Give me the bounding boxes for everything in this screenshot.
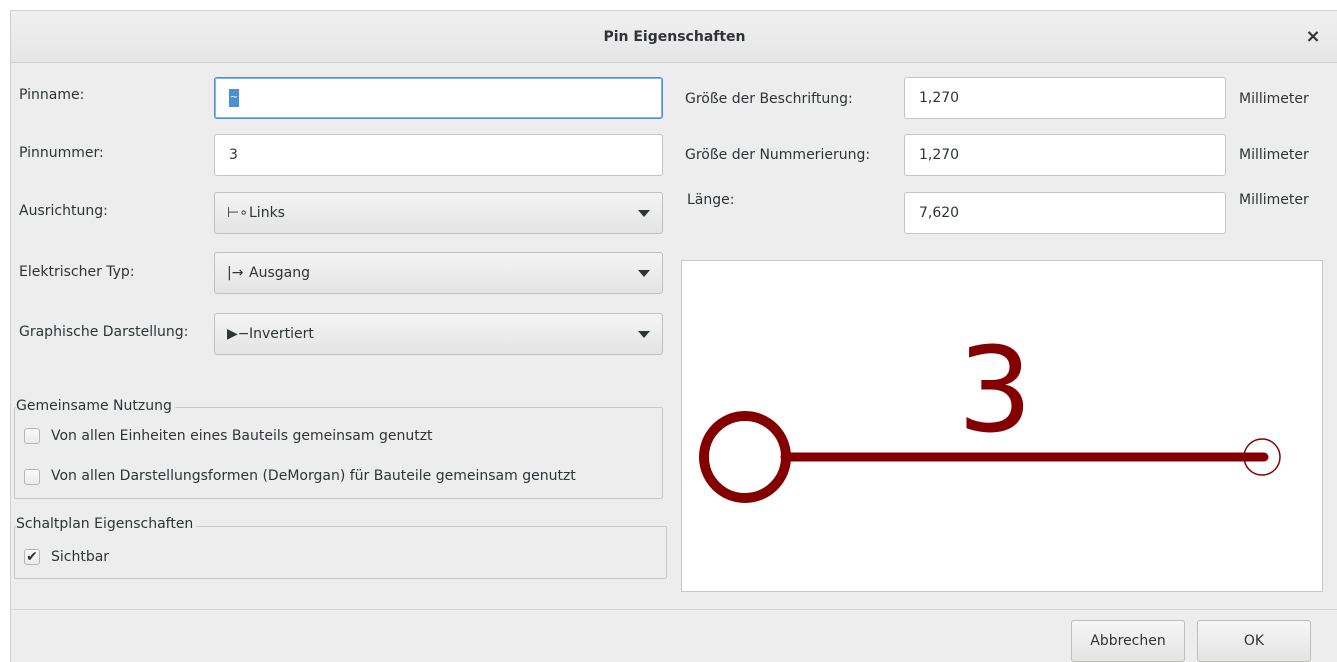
shared-demorgan-label[interactable]: Von allen Darstellungsformen (DeMorgan) … (51, 468, 576, 484)
electrical-type-label: Elektrischer Typ: (19, 264, 135, 280)
name-size-input[interactable]: 1,270 (904, 77, 1226, 119)
length-unit: Millimeter (1239, 192, 1309, 208)
pin-number-input[interactable]: 3 (214, 134, 663, 176)
inverted-style-icon: ▶− (227, 326, 250, 342)
shared-units-checkbox[interactable] (24, 428, 40, 444)
graphic-style-label: Graphische Darstellung: (19, 324, 189, 340)
shared-demorgan-checkbox[interactable] (24, 469, 40, 485)
title-bar: Pin Eigenschaften × (11, 11, 1337, 63)
cancel-button[interactable]: Abbrechen (1071, 620, 1185, 662)
close-icon[interactable]: × (1300, 24, 1326, 50)
electrical-type-value: Ausgang (249, 265, 310, 281)
number-size-unit: Millimeter (1239, 147, 1309, 163)
shared-group-legend: Gemeinsame Nutzung (16, 398, 175, 414)
number-size-input[interactable]: 1,270 (904, 134, 1226, 176)
pin-preview-drawing: 3 (699, 321, 1281, 503)
graphic-style-value: Invertiert (249, 326, 314, 342)
orientation-label: Ausrichtung: (19, 203, 108, 219)
pin-properties-dialog: Pin Eigenschaften × Pinname: ~ Pinnummer… (10, 10, 1337, 662)
orientation-left-icon: ⊢∘ (227, 205, 248, 221)
ok-button[interactable]: OK (1197, 620, 1311, 662)
number-size-label: Größe der Nummerierung: (685, 147, 871, 163)
checkmark-icon: ✔ (26, 549, 38, 565)
visible-checkbox[interactable]: ✔ (24, 549, 40, 565)
schematic-group (14, 526, 667, 579)
inverted-bubble (699, 411, 791, 503)
pin-name-label: Pinname: (19, 87, 85, 103)
preview-pin-number: 3 (957, 321, 1032, 459)
electrical-type-dropdown[interactable]: |→ Ausgang (214, 252, 663, 294)
chevron-down-icon (638, 210, 650, 217)
pin-name-input[interactable]: ~ (214, 77, 663, 119)
shared-group (14, 407, 663, 499)
pin-name-value: ~ (229, 89, 239, 107)
chevron-down-icon (638, 331, 650, 338)
orientation-value: Links (249, 205, 285, 221)
length-label: Länge: (687, 192, 735, 208)
graphic-style-dropdown[interactable]: ▶−Invertiert (214, 313, 663, 355)
name-size-label: Größe der Beschriftung: (685, 91, 853, 107)
button-separator (11, 609, 1337, 610)
pin-preview-canvas: 3 (681, 260, 1323, 592)
shared-units-label[interactable]: Von allen Einheiten eines Bauteils gemei… (51, 428, 433, 444)
schematic-group-legend: Schaltplan Eigenschaften (16, 516, 197, 532)
pin-number-label: Pinnummer: (19, 145, 104, 161)
visible-label[interactable]: Sichtbar (51, 549, 109, 565)
orientation-dropdown[interactable]: ⊢∘Links (214, 192, 663, 234)
dialog-title: Pin Eigenschaften (603, 29, 746, 45)
chevron-down-icon (638, 270, 650, 277)
length-input[interactable]: 7,620 (904, 192, 1226, 234)
output-type-icon: |→ (227, 265, 244, 281)
name-size-unit: Millimeter (1239, 91, 1309, 107)
